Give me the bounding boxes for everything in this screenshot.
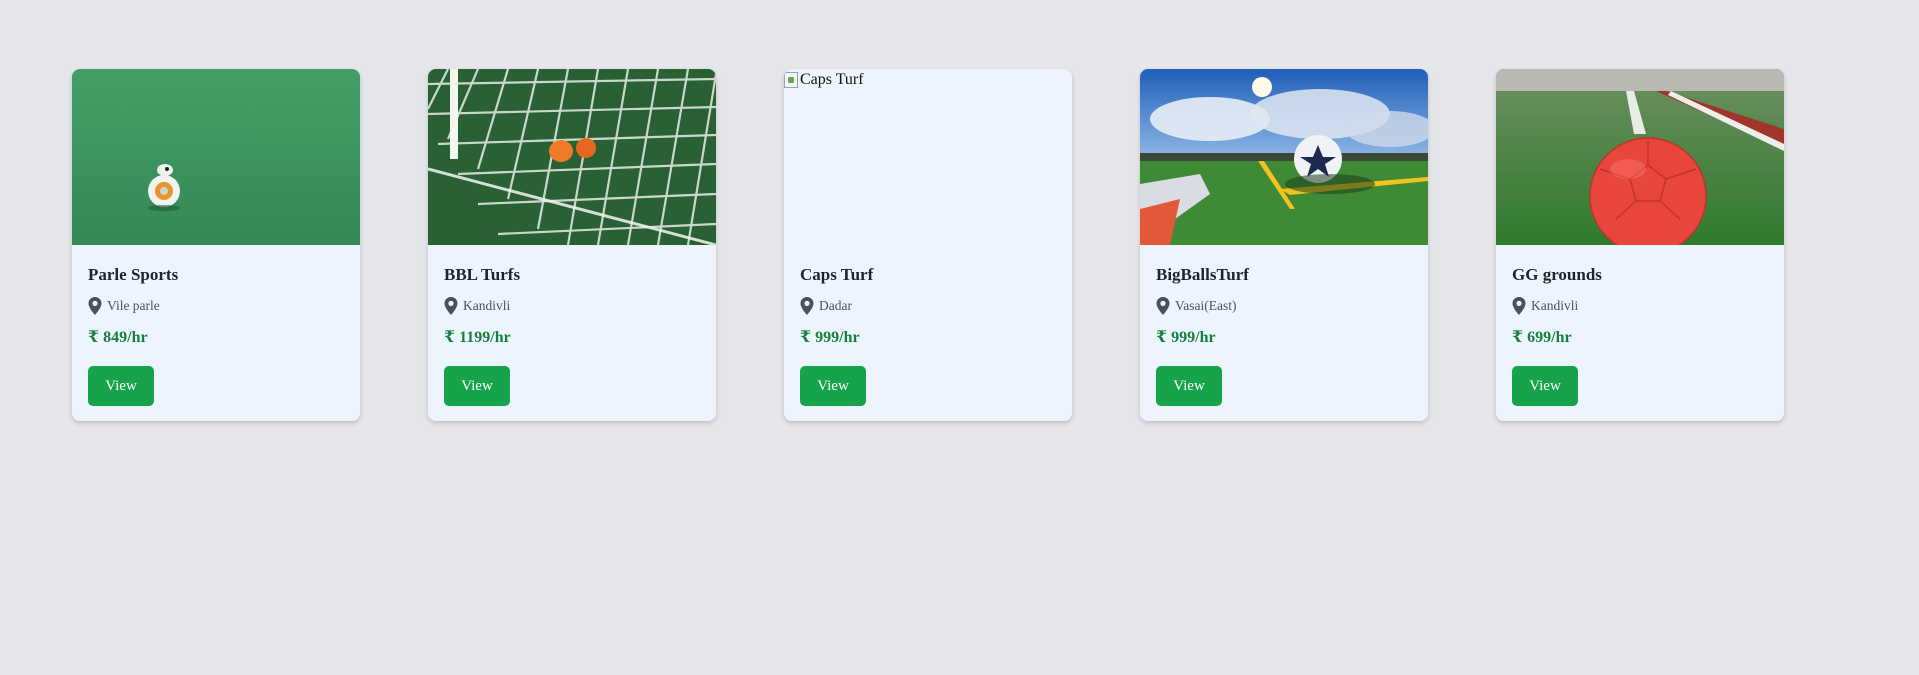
- turf-card: Parle Sports Vile parle ₹ 849/hr View: [72, 69, 360, 421]
- turf-location-text: Vile parle: [107, 298, 160, 313]
- image-alt-text: Caps Turf: [800, 71, 864, 88]
- turf-image: [1140, 69, 1428, 245]
- turf-name: BBL Turfs: [444, 265, 521, 284]
- map-pin-icon: [800, 297, 814, 315]
- turf-card-grid: Parle Sports Vile parle ₹ 849/hr View BB…: [72, 69, 1784, 421]
- view-button[interactable]: View: [1512, 366, 1578, 406]
- turf-card: BigBallsTurf Vasai(East) ₹ 999/hr View: [1140, 69, 1428, 421]
- turf-price: ₹ 999/hr: [800, 329, 860, 346]
- turf-price: ₹ 699/hr: [1512, 329, 1572, 346]
- turf-name: Caps Turf: [800, 265, 874, 284]
- turf-location-text: Vasai(East): [1175, 298, 1237, 313]
- broken-image-icon: [784, 72, 798, 88]
- turf-price: ₹ 1199/hr: [444, 329, 511, 346]
- turf-card: Caps Turf Caps Turf Dadar ₹ 999/hr View: [784, 69, 1072, 421]
- turf-image: [1496, 69, 1784, 245]
- turf-location: Vasai(East): [1156, 296, 1412, 316]
- turf-image: [72, 69, 360, 245]
- turf-name: BigBallsTurf: [1156, 265, 1249, 284]
- turf-image-broken: Caps Turf: [784, 69, 1072, 245]
- turf-location-text: Dadar: [819, 298, 852, 313]
- turf-location: Kandivli: [444, 296, 700, 316]
- view-button[interactable]: View: [444, 366, 510, 406]
- map-pin-icon: [88, 297, 102, 315]
- view-button[interactable]: View: [800, 366, 866, 406]
- turf-card: GG grounds Kandivli ₹ 699/hr View: [1496, 69, 1784, 421]
- turf-price: ₹ 999/hr: [1156, 329, 1216, 346]
- turf-price: ₹ 849/hr: [88, 329, 148, 346]
- turf-location-text: Kandivli: [1531, 298, 1579, 313]
- view-button[interactable]: View: [1156, 366, 1222, 406]
- turf-location: Dadar: [800, 296, 1056, 316]
- turf-card: BBL Turfs Kandivli ₹ 1199/hr View: [428, 69, 716, 421]
- turf-image: [428, 69, 716, 245]
- turf-name: Parle Sports: [88, 265, 179, 284]
- map-pin-icon: [1156, 297, 1170, 315]
- map-pin-icon: [1512, 297, 1526, 315]
- turf-location: Vile parle: [88, 296, 344, 316]
- view-button[interactable]: View: [88, 366, 154, 406]
- turf-name: GG grounds: [1512, 265, 1602, 284]
- broken-image-alt: Caps Turf: [784, 71, 864, 89]
- map-pin-icon: [444, 297, 458, 315]
- turf-location-text: Kandivli: [463, 298, 511, 313]
- turf-location: Kandivli: [1512, 296, 1768, 316]
